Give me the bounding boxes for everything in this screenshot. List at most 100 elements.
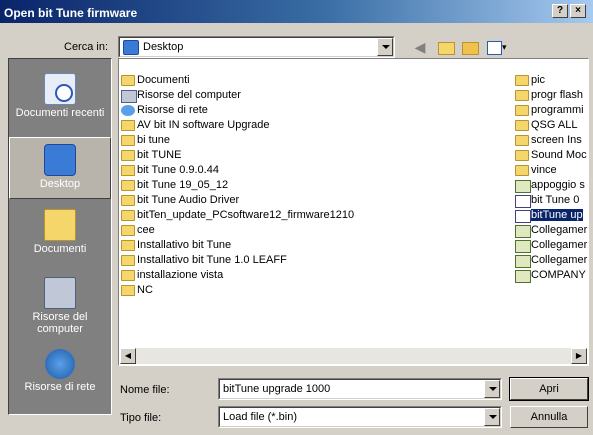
- place-network[interactable]: Risorse di rete: [9, 349, 111, 393]
- file-name: Installativo bit Tune 1.0 LEAFF: [137, 254, 287, 266]
- filename-dropdown-button[interactable]: [484, 380, 500, 398]
- title-bar[interactable]: Open bit Tune firmware ? ×: [0, 0, 593, 23]
- place-desktop[interactable]: Desktop: [9, 137, 111, 199]
- file-item[interactable]: Collegamer: [515, 223, 587, 238]
- folder-icon: [515, 75, 529, 86]
- place-my-computer[interactable]: Risorse del computer: [9, 277, 111, 335]
- filename-label: Nome file:: [120, 384, 170, 396]
- file-item[interactable]: bit Tune 0.9.0.44: [121, 163, 354, 178]
- folder-icon: [121, 225, 135, 236]
- up-folder-icon[interactable]: [436, 38, 456, 56]
- window-title: Open bit Tune firmware: [4, 6, 138, 20]
- lookin-combo[interactable]: Desktop: [118, 36, 395, 58]
- file-name: NC: [137, 284, 153, 296]
- file-item[interactable]: NC: [121, 283, 354, 298]
- file-name: Documenti: [137, 74, 190, 86]
- filetype-select[interactable]: Load file (*.bin): [218, 406, 502, 428]
- folder-icon: [515, 135, 529, 146]
- file-name: Risorse del computer: [137, 89, 241, 101]
- scroll-left-icon[interactable]: ◀: [120, 348, 136, 364]
- file-name: cee: [137, 224, 155, 236]
- folder-icon: [515, 150, 529, 161]
- folder-icon: [515, 105, 529, 116]
- file-item[interactable]: progr flash: [515, 88, 587, 103]
- place-documents[interactable]: Documenti: [9, 209, 111, 255]
- file-name: COMPANY: [531, 269, 586, 281]
- lookin-dropdown-button[interactable]: [377, 38, 393, 56]
- folder-icon: [121, 135, 135, 146]
- file-item[interactable]: Installativo bit Tune 1.0 LEAFF: [121, 253, 354, 268]
- file-item[interactable]: Collegamer: [515, 253, 587, 268]
- file-item[interactable]: pic: [515, 73, 587, 88]
- scroll-right-icon[interactable]: ▶: [571, 348, 587, 364]
- file-item[interactable]: cee: [121, 223, 354, 238]
- file-item[interactable]: appoggio s: [515, 178, 587, 193]
- folder-icon: [121, 120, 135, 131]
- file-item[interactable]: QSG ALL: [515, 118, 587, 133]
- folder-icon: [121, 210, 135, 221]
- file-item[interactable]: bit TUNE: [121, 148, 354, 163]
- file-name: installazione vista: [137, 269, 224, 281]
- folder-icon: [121, 180, 135, 191]
- file-item[interactable]: Risorse del computer: [121, 88, 354, 103]
- file-list[interactable]: Documenti Risorse del computer Risorse di …: [118, 58, 589, 366]
- file-item[interactable]: AV bit IN software Upgrade: [121, 118, 354, 133]
- file-item[interactable]: vince: [515, 163, 587, 178]
- file-item[interactable]: installazione vista: [121, 268, 354, 283]
- file-item[interactable]: Collegamer: [515, 238, 587, 253]
- file-name: bit Tune 0.9.0.44: [137, 164, 219, 176]
- file-item[interactable]: bit Tune Audio Driver: [121, 193, 354, 208]
- place-recent[interactable]: Documenti recenti: [9, 73, 111, 119]
- file-name: bit Tune Audio Driver: [137, 194, 240, 206]
- desktop-icon: [44, 144, 76, 176]
- cancel-button[interactable]: Annulla: [510, 406, 588, 428]
- view-menu-icon[interactable]: ▾: [485, 38, 513, 56]
- file-item[interactable]: Installativo bit Tune: [121, 238, 354, 253]
- file-item[interactable]: COMPANY: [515, 268, 587, 283]
- file-name: vince: [531, 164, 557, 176]
- desktop-icon: [123, 40, 139, 55]
- back-icon[interactable]: ◀: [410, 38, 430, 56]
- file-item[interactable]: Sound Moc: [515, 148, 587, 163]
- file-item[interactable]: bitTune up: [515, 208, 587, 223]
- file-name: appoggio s: [531, 179, 585, 191]
- file-item[interactable]: bit Tune 0: [515, 193, 587, 208]
- file-item[interactable]: programmi: [515, 103, 587, 118]
- file-item[interactable]: bit Tune 19_05_12: [121, 178, 354, 193]
- bin-file-icon: [515, 210, 531, 223]
- folder-icon: [515, 165, 529, 176]
- filetype-dropdown-button[interactable]: [484, 408, 500, 426]
- lookin-value: Desktop: [143, 41, 184, 53]
- folder-icon: [121, 270, 135, 281]
- file-name: Collegamer: [531, 254, 588, 266]
- places-bar: Documenti recenti Desktop Documenti Riso…: [8, 58, 112, 415]
- file-item[interactable]: screen Ins: [515, 133, 587, 148]
- open-button[interactable]: Apri: [509, 377, 589, 401]
- shortcut-icon: [515, 240, 531, 253]
- bin-file-icon: [515, 195, 531, 208]
- help-button[interactable]: ?: [552, 4, 568, 18]
- filename-field[interactable]: bitTune upgrade 1000: [218, 378, 502, 400]
- close-button[interactable]: ×: [570, 4, 586, 18]
- folder-icon: [121, 285, 135, 296]
- file-name: QSG ALL: [531, 119, 578, 131]
- new-folder-icon[interactable]: [460, 38, 480, 56]
- file-item[interactable]: bitTen_update_PCsoftware12_firmware1210: [121, 208, 354, 223]
- documents-folder-icon: [121, 75, 135, 86]
- file-item[interactable]: bi tune: [121, 133, 354, 148]
- file-name: bit Tune 19_05_12: [137, 179, 229, 191]
- horizontal-scrollbar[interactable]: ◀ ▶: [120, 348, 587, 364]
- folder-icon: [121, 150, 135, 161]
- file-name: Collegamer: [531, 239, 588, 251]
- file-item[interactable]: Risorse di rete: [121, 103, 354, 118]
- file-item[interactable]: Documenti: [121, 73, 354, 88]
- file-name: bitTune up: [531, 209, 583, 221]
- file-name: AV bit IN software Upgrade: [137, 119, 270, 131]
- file-name: bit TUNE: [137, 149, 182, 161]
- computer-icon: [121, 90, 137, 103]
- file-name: Collegamer: [531, 224, 588, 236]
- network-icon: [121, 105, 135, 116]
- file-name: progr flash: [531, 89, 583, 101]
- file-name: programmi: [531, 104, 584, 116]
- file-name: bitTen_update_PCsoftware12_firmware1210: [137, 209, 355, 221]
